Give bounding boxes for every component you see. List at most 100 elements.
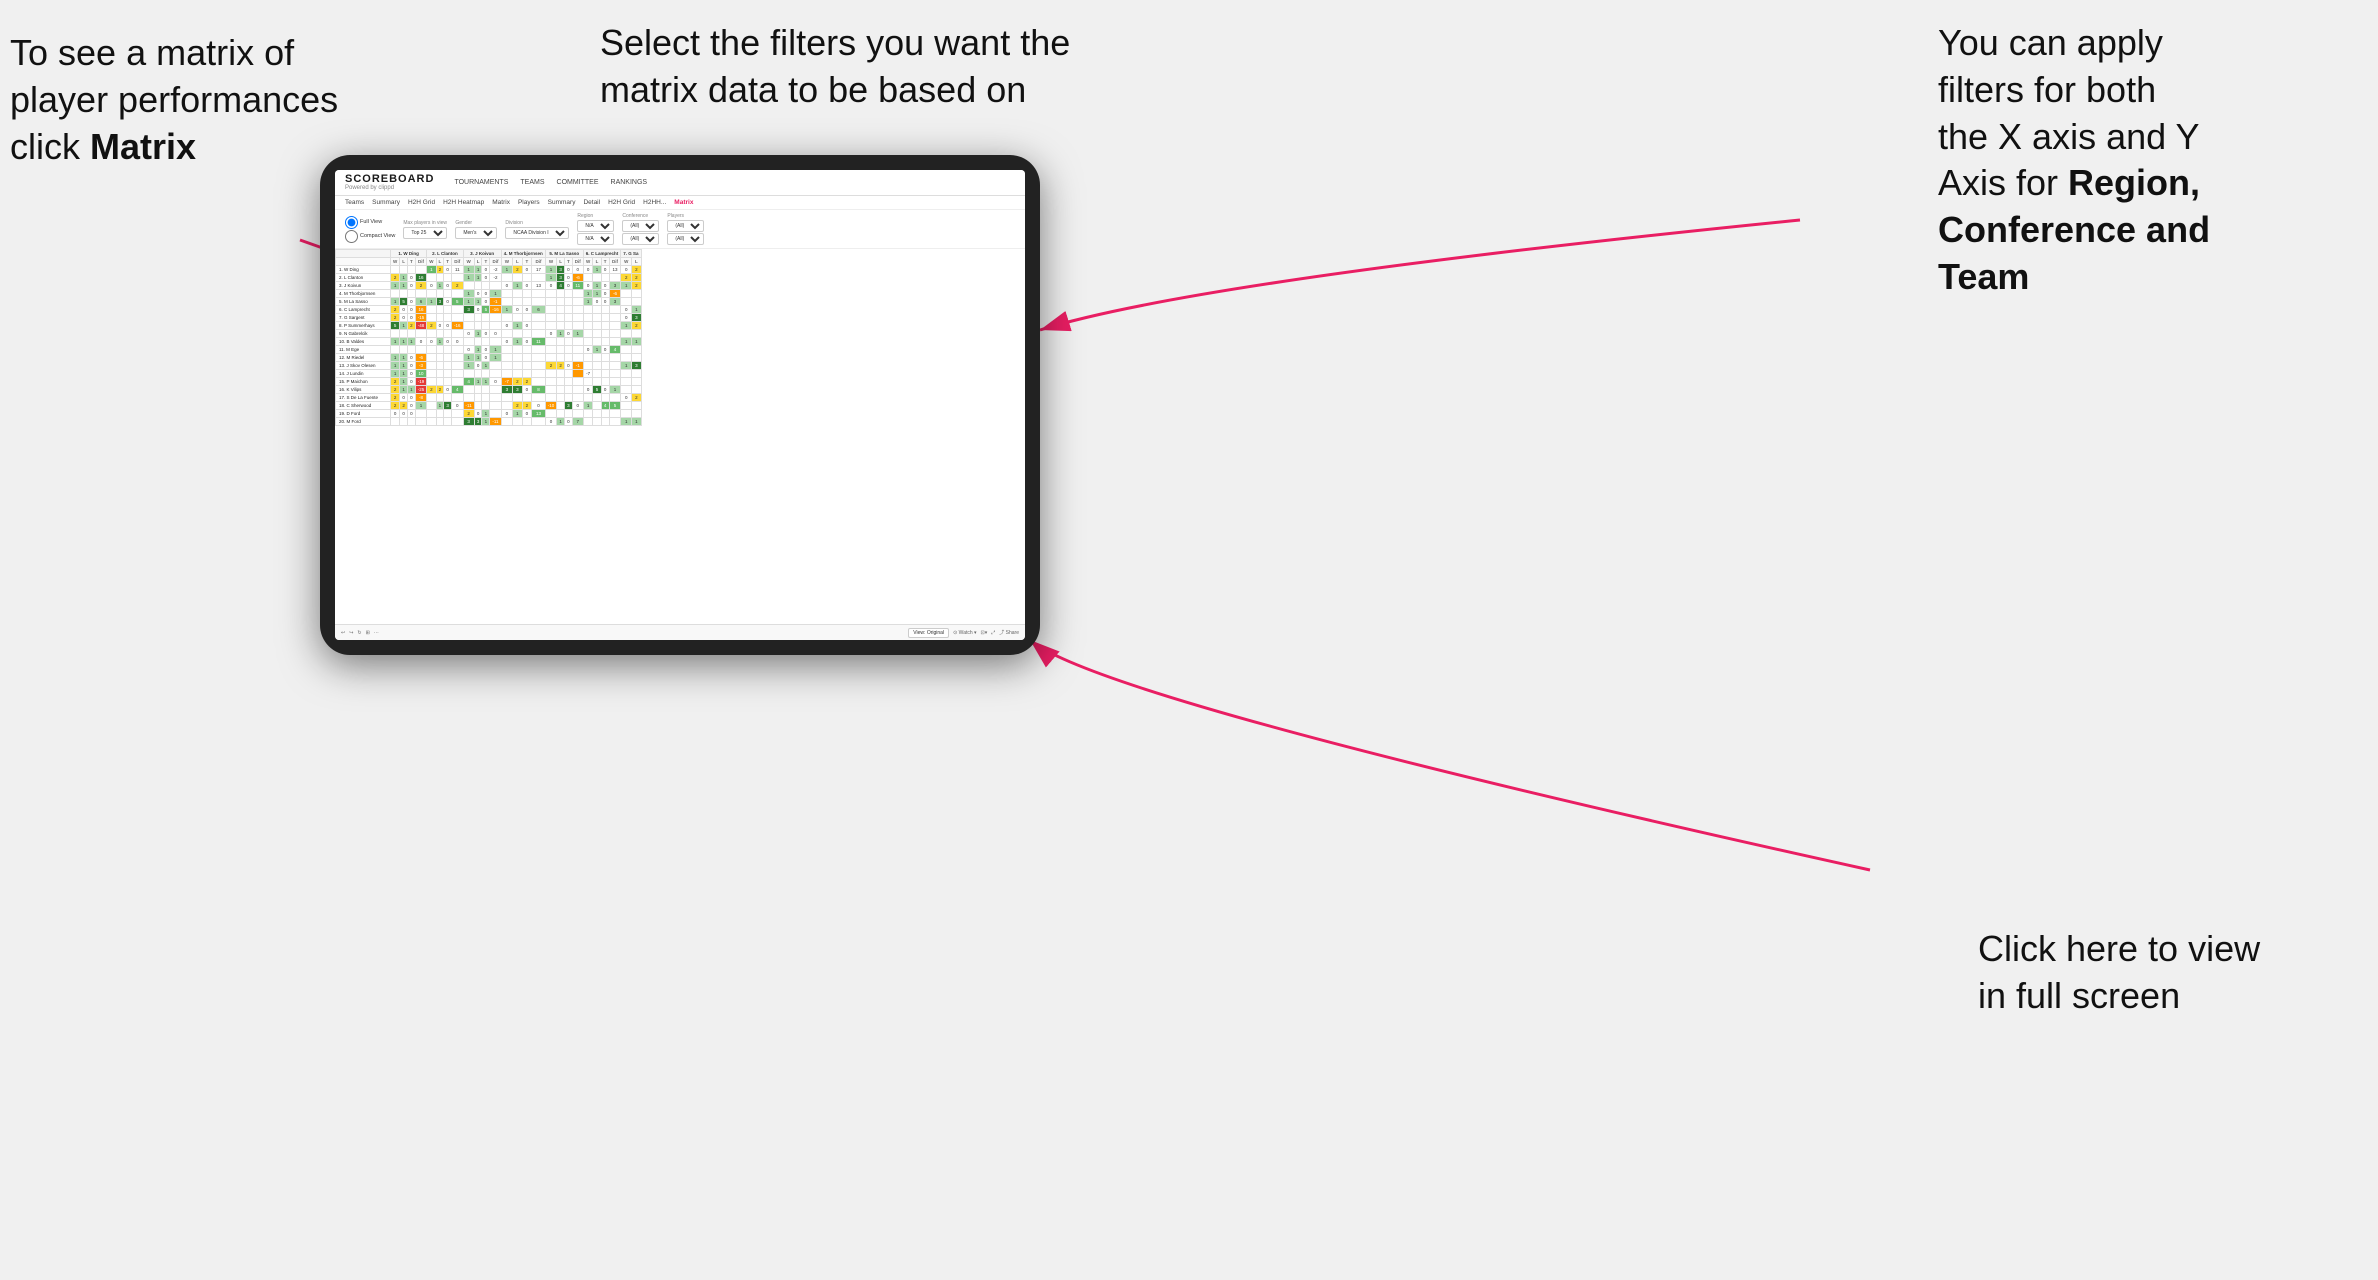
matrix-cell: 2 — [632, 394, 641, 402]
matrix-container[interactable]: 1. W Ding 2. L Clanton 3. J Koivun 4. M … — [335, 249, 1025, 640]
tab-summary[interactable]: Summary — [372, 199, 400, 206]
matrix-cell — [463, 386, 474, 394]
tab-h2hh[interactable]: H2HH... — [643, 199, 666, 206]
matrix-cell: 0 — [621, 306, 632, 314]
matrix-cell: 3 — [609, 282, 621, 290]
matrix-cell — [532, 370, 546, 378]
toolbar-undo[interactable]: ↩ — [341, 630, 345, 636]
matrix-cell — [400, 266, 408, 274]
matrix-cell — [583, 322, 593, 330]
players-select[interactable]: (All) — [667, 220, 704, 232]
compact-view-option[interactable]: Compact View — [345, 230, 395, 243]
matrix-cell: 1 — [400, 354, 408, 362]
matrix-cell: 7 — [572, 418, 583, 426]
player-name-cell: 11. M Ege — [336, 346, 391, 354]
col-c-lamp: 6. C Lamprecht — [583, 250, 621, 258]
tab-players[interactable]: Players — [518, 199, 540, 206]
toolbar-share[interactable]: ⤴ Share — [999, 629, 1019, 636]
matrix-cell — [463, 282, 474, 290]
matrix-cell — [408, 266, 416, 274]
matrix-cell: 0 — [474, 306, 482, 314]
matrix-cell: 1 — [513, 282, 523, 290]
col-g-sa: 7. G Sa — [621, 250, 641, 258]
matrix-cell: 1 — [400, 338, 408, 346]
region-select2[interactable]: N/A — [577, 233, 614, 245]
conference-select[interactable]: (All) — [622, 220, 659, 232]
col-m-thor: 4. M Thorbjornsen — [501, 250, 545, 258]
matrix-cell — [436, 370, 444, 378]
matrix-cell: 0 — [408, 410, 416, 418]
tab-matrix[interactable]: Matrix — [492, 199, 510, 206]
matrix-cell — [583, 306, 593, 314]
tab-matrix-active[interactable]: Matrix — [674, 199, 693, 206]
matrix-cell — [427, 402, 436, 410]
sh-l2: L — [436, 258, 444, 266]
full-view-option[interactable]: Full View — [345, 216, 395, 229]
player-name-cell: 14. J Lundin — [336, 370, 391, 378]
matrix-cell: 4 — [452, 386, 464, 394]
matrix-cell: 1 — [501, 306, 512, 314]
matrix-cell — [415, 346, 427, 354]
matrix-cell — [532, 362, 546, 370]
nav-tournaments[interactable]: TOURNAMENTS — [454, 179, 508, 186]
matrix-cell: 1 — [391, 354, 400, 362]
tab-detail[interactable]: Detail — [583, 199, 600, 206]
toolbar-refresh[interactable]: ↻ — [357, 630, 361, 636]
matrix-cell: 1 — [400, 378, 408, 386]
matrix-cell: 0 — [565, 282, 573, 290]
matrix-cell — [482, 338, 490, 346]
table-row: 6. C Lamprecht20016305-16100601 — [336, 306, 642, 314]
toolbar-copy[interactable]: ⊞ — [366, 630, 370, 636]
nav-rankings[interactable]: RANKINGS — [611, 179, 648, 186]
tab-h2h-grid[interactable]: H2H Grid — [408, 199, 435, 206]
gender-select[interactable]: Men's — [455, 227, 497, 239]
tab-summary2[interactable]: Summary — [548, 199, 576, 206]
matrix-cell: 0 — [444, 282, 452, 290]
tab-teams[interactable]: Teams — [345, 199, 364, 206]
matrix-cell — [490, 314, 502, 322]
conference-select2[interactable]: (All) — [622, 233, 659, 245]
matrix-cell: -6 — [572, 274, 583, 282]
matrix-cell — [565, 378, 573, 386]
matrix-cell — [621, 330, 632, 338]
toolbar-layout[interactable]: ⊡▾ — [981, 630, 988, 636]
players-select2[interactable]: (All) — [667, 233, 704, 245]
view-original-button[interactable]: View: Original — [908, 628, 949, 638]
matrix-cell: 0 — [583, 282, 593, 290]
toolbar-fullscreen[interactable]: ⤢ — [991, 630, 995, 636]
matrix-cell: 4 — [609, 346, 621, 354]
matrix-cell: 1 — [557, 418, 565, 426]
matrix-cell — [557, 394, 565, 402]
matrix-cell: 0 — [583, 386, 593, 394]
nav-teams[interactable]: TEAMS — [520, 179, 544, 186]
matrix-cell: 13 — [532, 282, 546, 290]
matrix-cell: 0 — [408, 282, 416, 290]
matrix-cell — [408, 290, 416, 298]
matrix-cell: 0 — [583, 266, 593, 274]
matrix-cell: 2 — [427, 386, 436, 394]
full-view-radio[interactable] — [345, 216, 358, 229]
matrix-cell: 0 — [522, 338, 532, 346]
toolbar-watch[interactable]: ⊙ Watch ▾ — [953, 630, 976, 636]
table-row: 7. G Sargent200-1503 — [336, 314, 642, 322]
division-select[interactable]: NCAA Division I — [505, 227, 569, 239]
annotation-top-left: To see a matrix of player performances c… — [10, 30, 370, 170]
max-players-select[interactable]: Top 25 — [403, 227, 447, 239]
matrix-cell: 5 — [452, 298, 464, 306]
matrix-cell — [545, 346, 557, 354]
compact-view-radio[interactable] — [345, 230, 358, 243]
tab-h2h-grid2[interactable]: H2H Grid — [608, 199, 635, 206]
sh-l4: L — [513, 258, 523, 266]
nav-committee[interactable]: COMMITTEE — [557, 179, 599, 186]
matrix-cell: 0 — [565, 330, 573, 338]
table-row: 8. P Summerhays512-48200-1601012 — [336, 322, 642, 330]
matrix-cell — [463, 394, 474, 402]
tab-h2h-heatmap[interactable]: H2H Heatmap — [443, 199, 484, 206]
sh-w5: W — [545, 258, 557, 266]
toolbar-redo[interactable]: ↪ — [349, 630, 353, 636]
region-select[interactable]: N/A — [577, 220, 614, 232]
toolbar-more[interactable]: ··· — [374, 630, 379, 636]
matrix-cell: 3 — [474, 418, 482, 426]
col-l-clanton: 2. L Clanton — [427, 250, 463, 258]
matrix-cell — [621, 386, 632, 394]
